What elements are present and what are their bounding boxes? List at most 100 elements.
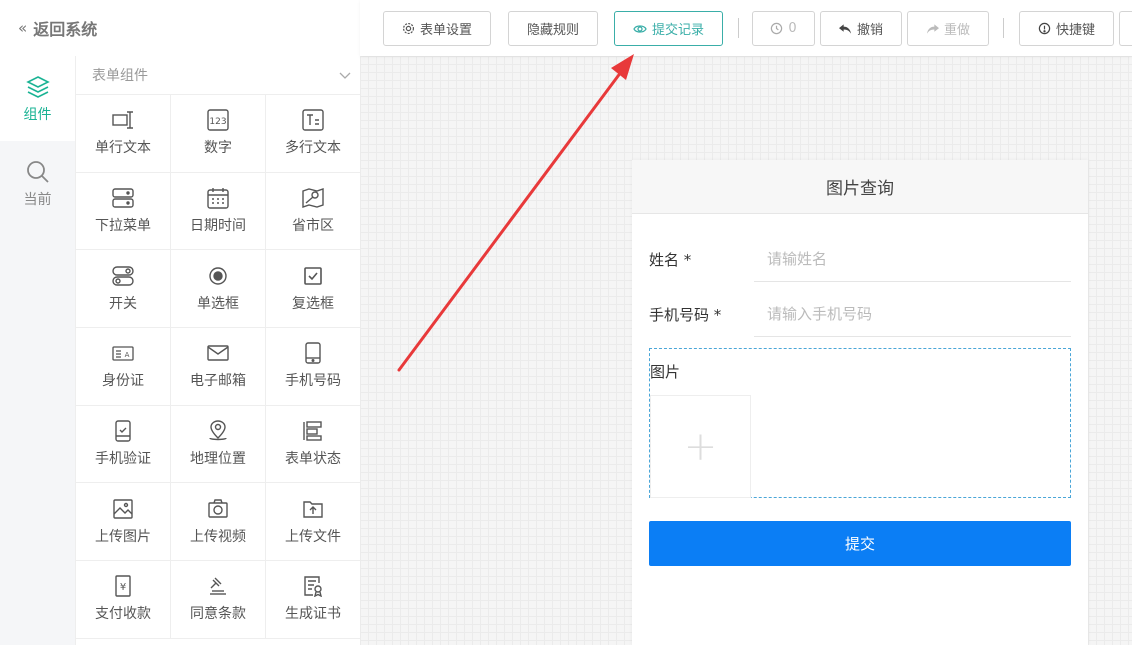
submit-button[interactable]: 提交 bbox=[649, 521, 1071, 566]
toggle-icon bbox=[112, 266, 134, 286]
redo-button[interactable]: 重做 bbox=[907, 11, 989, 46]
component-single-line-text[interactable]: 单行文本 bbox=[76, 95, 171, 173]
payment-icon: ¥ bbox=[115, 575, 131, 598]
plus-icon: + bbox=[683, 423, 718, 470]
component-payment[interactable]: ¥ 支付收款 bbox=[76, 561, 171, 639]
location-icon bbox=[209, 420, 227, 441]
component-label: 上传视频 bbox=[190, 528, 246, 545]
component-label: 下拉菜单 bbox=[95, 218, 151, 235]
component-label: 手机号码 bbox=[285, 373, 341, 390]
upload-file-icon bbox=[303, 501, 323, 518]
submit-records-label: 提交记录 bbox=[651, 23, 704, 38]
number-icon: 123 bbox=[207, 109, 229, 132]
certificate-icon bbox=[304, 576, 322, 598]
redo-label: 重做 bbox=[943, 23, 970, 38]
component-label: 电子邮箱 bbox=[190, 373, 246, 390]
component-form-status[interactable]: 表单状态 bbox=[266, 405, 361, 484]
mail-icon bbox=[207, 345, 229, 362]
component-checkbox[interactable]: 复选框 bbox=[266, 250, 361, 329]
form-settings-button[interactable]: 表单设置 bbox=[383, 11, 491, 46]
component-phone-verify[interactable]: 手机验证 bbox=[76, 405, 171, 484]
id-card-icon: A bbox=[112, 346, 134, 362]
toolbar-divider bbox=[1003, 18, 1004, 38]
section-title: 表单组件 bbox=[92, 68, 148, 84]
submit-records-button[interactable]: 提交记录 bbox=[614, 11, 723, 46]
double-chevron-left-icon: « bbox=[18, 18, 28, 37]
phone-field-label: 手机号码 * bbox=[649, 305, 722, 324]
component-label: 上传文件 bbox=[285, 528, 341, 545]
phone-verify-icon bbox=[115, 420, 131, 442]
shortcuts-label: 快捷键 bbox=[1055, 23, 1095, 38]
component-upload-image[interactable]: 上传图片 bbox=[76, 483, 171, 562]
component-upload-file[interactable]: 上传文件 bbox=[266, 483, 361, 562]
form-preview: 图片查询 姓名 * 请输姓名 手机号码 * 请输入手机号码 图片 + 提交 bbox=[632, 160, 1088, 645]
rail-item-components[interactable]: 组件 bbox=[0, 56, 75, 141]
component-certificate[interactable]: 生成证书 bbox=[266, 561, 361, 639]
component-label: 日期时间 bbox=[190, 218, 246, 235]
shortcuts-button[interactable]: 快捷键 bbox=[1019, 11, 1114, 46]
more-button-partial[interactable] bbox=[1119, 11, 1132, 46]
rail-label-current: 当前 bbox=[23, 191, 52, 208]
component-label: 多行文本 bbox=[285, 140, 341, 157]
left-panel: « 返回系统 组件 当前 表单组件 单行文本 123 数字 多行文本 下拉菜单 … bbox=[0, 0, 361, 645]
hide-rules-button[interactable]: 隐藏规则 bbox=[508, 11, 598, 46]
component-label: 身份证 bbox=[102, 373, 144, 390]
component-radio[interactable]: 单选框 bbox=[171, 250, 266, 329]
svg-text:A: A bbox=[125, 351, 130, 359]
back-label: 返回系统 bbox=[33, 19, 98, 39]
gavel-icon bbox=[210, 577, 226, 596]
component-label: 开关 bbox=[109, 295, 137, 312]
component-id-card[interactable]: A 身份证 bbox=[76, 328, 171, 406]
component-upload-video[interactable]: 上传视频 bbox=[171, 483, 266, 562]
clock-icon bbox=[771, 22, 783, 35]
calendar-icon bbox=[207, 188, 229, 209]
component-switch[interactable]: 开关 bbox=[76, 250, 171, 329]
component-label: 支付收款 bbox=[95, 606, 151, 623]
upload-image-icon bbox=[113, 499, 133, 519]
gear-icon bbox=[402, 22, 415, 35]
dropdown-icon bbox=[112, 188, 134, 208]
component-label: 地理位置 bbox=[190, 451, 246, 468]
radio-icon bbox=[209, 267, 227, 285]
component-label: 单行文本 bbox=[95, 140, 151, 157]
rail-item-current[interactable]: 当前 bbox=[0, 141, 75, 226]
undo-button[interactable]: 撤销 bbox=[820, 11, 902, 46]
rail-label-components: 组件 bbox=[23, 106, 52, 123]
component-label: 生成证书 bbox=[285, 606, 341, 623]
component-agree-terms[interactable]: 同意条款 bbox=[171, 561, 266, 639]
image-field[interactable]: 图片 + bbox=[649, 348, 1071, 498]
redo-icon bbox=[926, 23, 939, 34]
component-multi-line-text[interactable]: 多行文本 bbox=[266, 95, 361, 173]
name-input[interactable]: 请输姓名 bbox=[754, 236, 1071, 282]
region-map-icon bbox=[302, 188, 324, 209]
component-section-header[interactable]: 表单组件 bbox=[76, 56, 360, 94]
component-label: 省市区 bbox=[292, 218, 334, 235]
component-phone[interactable]: 手机号码 bbox=[266, 328, 361, 406]
component-label: 手机验证 bbox=[95, 451, 151, 468]
component-region[interactable]: 省市区 bbox=[266, 172, 361, 251]
info-icon bbox=[1038, 22, 1051, 35]
component-label: 数字 bbox=[204, 140, 232, 157]
name-field: 姓名 * 请输姓名 bbox=[649, 236, 1071, 282]
component-label: 单选框 bbox=[197, 295, 239, 312]
history-button[interactable]: 0 bbox=[752, 11, 815, 46]
image-upload-box[interactable]: + bbox=[650, 395, 751, 498]
component-dropdown[interactable]: 下拉菜单 bbox=[76, 172, 171, 251]
component-label: 表单状态 bbox=[285, 451, 341, 468]
search-icon bbox=[26, 160, 49, 183]
toolbar-divider bbox=[738, 18, 739, 38]
chevron-down-icon bbox=[339, 72, 351, 79]
side-rail: 组件 当前 bbox=[0, 56, 75, 645]
back-to-system-link[interactable]: « 返回系统 bbox=[0, 0, 360, 55]
svg-text:¥: ¥ bbox=[120, 582, 126, 593]
component-label: 上传图片 bbox=[95, 528, 151, 545]
phone-input[interactable]: 请输入手机号码 bbox=[754, 291, 1071, 337]
top-toolbar: 表单设置 隐藏规则 提交记录 0 撤销 重做 快捷键 bbox=[360, 0, 1132, 56]
component-number[interactable]: 123 数字 bbox=[171, 95, 266, 173]
component-email[interactable]: 电子邮箱 bbox=[171, 328, 266, 406]
component-location[interactable]: 地理位置 bbox=[171, 405, 266, 484]
form-title: 图片查询 bbox=[632, 160, 1088, 214]
checkbox-icon bbox=[304, 266, 322, 285]
component-datetime[interactable]: 日期时间 bbox=[171, 172, 266, 251]
eye-icon bbox=[633, 24, 647, 33]
